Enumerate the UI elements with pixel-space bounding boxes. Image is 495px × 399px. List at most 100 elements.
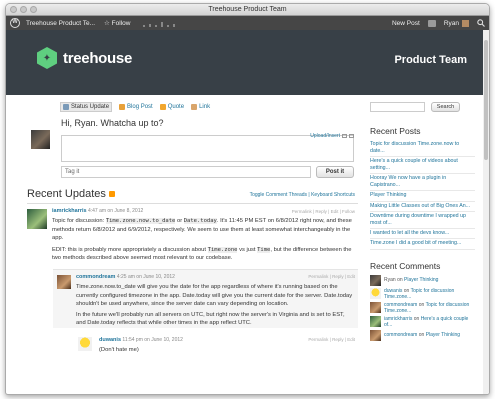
admin-follow-link[interactable]: ☆ Follow (104, 19, 130, 27)
recent-post-link[interactable]: Player Thinking (370, 191, 475, 202)
recent-posts-list: Topic for discussion Time.zone.now to da… (370, 140, 475, 250)
sidebar-search: Search (370, 102, 475, 112)
window-controls[interactable] (10, 6, 37, 13)
admin-site-name[interactable]: Treehouse Product Te... (26, 20, 95, 27)
tab-blog-post[interactable]: Blog Post (119, 102, 153, 112)
scrollbar-thumb[interactable] (484, 40, 488, 160)
comment-item: duwanis 11:54 pm on June 10, 2012 Permal… (76, 333, 358, 355)
tab-quote[interactable]: Quote (159, 102, 185, 112)
user-avatar (462, 19, 469, 27)
compose-greeting: Hi, Ryan. Whatcha up to? (61, 118, 164, 128)
comment-actions[interactable]: Permalink | Reply | Edit (308, 274, 355, 279)
follow-label: Follow (111, 20, 131, 27)
admin-bar: W Treehouse Product Te... ☆ Follow New P… (6, 16, 489, 30)
post-date[interactable]: 4:47 am on June 8, 2012 (88, 208, 143, 214)
treehouse-logo[interactable]: ✦ treehouse (37, 47, 132, 69)
comment-date[interactable]: 4:25 am on June 10, 2012 (117, 274, 175, 280)
pencil-icon (119, 104, 126, 110)
recent-comment: duwanis on Topic for discussion Time.zon… (370, 288, 475, 300)
close-window-button[interactable] (10, 6, 17, 13)
comment-on-word: on (397, 277, 403, 284)
post-text: EDIT: this is probably more appropriatel… (52, 246, 208, 253)
comment-author[interactable]: Ryan (384, 277, 396, 283)
commenter-avatar (370, 302, 381, 314)
post-body: Topic for discussion: Time.zone.now.to_d… (52, 217, 358, 263)
comment-text: (Don't hate me) (99, 346, 139, 353)
tab-link[interactable]: Link (191, 102, 210, 112)
comment-body: Time.zone.now.to_date will give you the … (76, 283, 358, 328)
comment-author[interactable]: duwanis (99, 337, 121, 343)
comment-author[interactable]: commondream (76, 274, 115, 280)
notifications-icon[interactable] (427, 19, 436, 27)
tab-label: Quote (167, 104, 185, 110)
status-textarea[interactable] (61, 135, 354, 162)
post-text: Topic for discussion: (52, 218, 106, 224)
wordpress-logo-icon[interactable]: W (10, 18, 20, 28)
recent-post-link[interactable]: Downtime during downtime I wrapped up mo… (370, 212, 475, 229)
commenter-avatar (370, 288, 381, 300)
recent-comments-list: Ryan on Player Thinking duwanis on Topic… (370, 274, 475, 341)
recent-comment: iamrickharris on Here's a quick couple o… (370, 316, 475, 328)
tab-label: Status Update (71, 104, 110, 110)
comment-author[interactable]: commondream (384, 332, 417, 338)
comment-on-word: on (413, 315, 420, 322)
post-item: iamrickharris 4:47 am on June 8, 2012 Pe… (27, 208, 358, 263)
recent-comment: Ryan on Player Thinking (370, 274, 475, 286)
comment-date[interactable]: 11:54 pm on June 10, 2012 (122, 337, 183, 343)
recent-post-link[interactable]: I wanted to let all the devs know... (370, 229, 475, 240)
comment-target[interactable]: Player Thinking (404, 277, 438, 283)
media-image-icon[interactable] (342, 134, 347, 138)
inline-code: Time.zone (207, 246, 238, 253)
recent-post-link[interactable]: Topic for discussion Time.zone.now to da… (370, 140, 475, 158)
recent-post-link[interactable]: Hooray We now have a plugin in Capistran… (370, 174, 475, 192)
commenter-avatar (370, 329, 381, 341)
window-title: Treehouse Product Team (208, 6, 287, 13)
recent-comment: commondream on Topic for discussion Time… (370, 302, 475, 314)
upload-insert[interactable]: Upload/Insert (310, 133, 354, 139)
stats-sparkline-icon[interactable] (141, 19, 179, 27)
comment-item: commondream 4:25 am on June 10, 2012 Per… (53, 268, 358, 328)
comment-on-word: on (418, 301, 425, 308)
sidebar-search-button[interactable]: Search (431, 102, 460, 112)
comment-actions[interactable]: Permalink | Reply | Edit (308, 337, 355, 342)
keyboard-shortcuts-link[interactable]: Keyboard Shortcuts (311, 192, 355, 198)
recent-comments-heading: Recent Comments (370, 260, 441, 271)
post-it-button[interactable]: Post it (316, 166, 354, 178)
tab-label: Link (199, 104, 211, 110)
page-scrollbar[interactable] (483, 30, 489, 394)
user-menu[interactable]: Ryan (443, 19, 469, 27)
sidebar-search-input[interactable] (370, 102, 425, 112)
site-title[interactable]: Product Team (394, 54, 467, 66)
commenter-avatar (370, 274, 381, 286)
post-text: or (175, 218, 184, 224)
tag-input[interactable]: Tag it (61, 166, 311, 178)
new-post-link[interactable]: New Post (392, 20, 420, 27)
tab-label: Blog Post (127, 104, 153, 110)
comment-target[interactable]: Player Thinking (426, 332, 460, 338)
inline-code: Time.zone.now.to_date (105, 218, 176, 224)
inline-code: Time (257, 246, 271, 253)
recent-updates-title: Recent Updates (27, 188, 106, 200)
admin-user-name: Ryan (443, 19, 459, 27)
quote-icon (159, 104, 166, 110)
recent-post-link[interactable]: Making Little Classes out of Big Ones An… (370, 202, 475, 212)
media-video-icon[interactable] (349, 134, 354, 138)
post-actions[interactable]: Permalink | Reply | Edit | Follow (292, 209, 355, 214)
recent-post-link[interactable]: Time.zone I did a good bit of meeting... (370, 239, 475, 250)
post-author[interactable]: iamrickharris (52, 208, 87, 214)
recent-post-link[interactable]: Here's a quick couple of videos about se… (370, 157, 475, 175)
zoom-window-button[interactable] (30, 6, 37, 13)
tab-status-update[interactable]: Status Update (60, 102, 113, 112)
author-avatar (27, 209, 47, 229)
search-icon[interactable] (477, 19, 485, 27)
current-user-avatar (31, 130, 50, 149)
recent-posts-heading: Recent Posts (370, 126, 421, 136)
compose-box: Hi, Ryan. Whatcha up to? Upload/Insert T… (27, 118, 358, 178)
updates-links: Toggle Comment Threads | Keyboard Shortc… (249, 192, 355, 198)
toggle-comment-threads-link[interactable]: Toggle Comment Threads (250, 192, 307, 198)
rss-icon[interactable] (108, 191, 115, 197)
minimize-window-button[interactable] (20, 6, 27, 13)
browser-window: Treehouse Product Team W Treehouse Produ… (5, 3, 490, 395)
author-avatar (57, 274, 71, 289)
upload-insert-label: Upload/Insert (310, 133, 340, 139)
